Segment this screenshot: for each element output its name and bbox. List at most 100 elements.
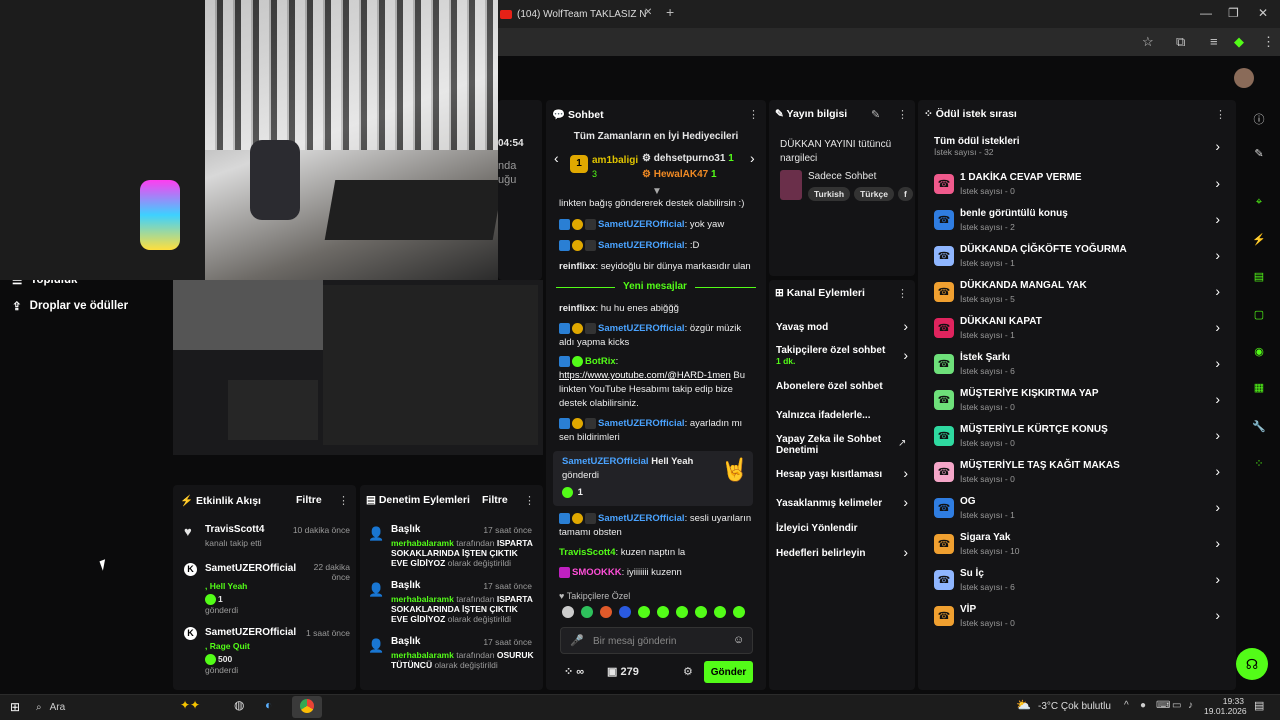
leaderboard-prev-icon[interactable]: ‹ [554,150,559,166]
reward-item[interactable]: ☎ İstek Şarkı İstek sayısı - 6 › [934,352,1220,382]
windows-start-icon[interactable]: ⊞ [10,700,20,714]
reward-item[interactable]: ☎ MÜŞTERİYLE TAŞ KAĞIT MAKAS İstek sayıs… [934,460,1220,490]
lightning-icon[interactable]: ⚡ [1250,233,1268,251]
weather-text[interactable]: -3°C Çok bulutlu [1038,701,1111,712]
reward-item[interactable]: ☎ MÜŞTERİYE KIŞKIRTMA YAP İstek sayısı -… [934,388,1220,418]
tab-close-button[interactable]: ✕ [644,7,652,18]
stream-info-menu-icon[interactable]: ⋮ [897,108,908,121]
reward-icon: ☎ [934,426,954,446]
reward-count: İstek sayısı - 1 [960,510,1015,520]
reward-count: İstek sayısı - 6 [960,582,1015,592]
reward-item[interactable]: ☎ MÜŞTERİYLE KÜRTÇE KONUŞ İstek sayısı -… [934,424,1220,454]
pencil-icon[interactable]: ✎ [1250,147,1268,165]
edit-icon[interactable]: ✎ [871,108,880,121]
stream-title: DÜKKAN YAYINI tütüncü nargileci [780,139,892,164]
steam-icon[interactable]: ◐ [265,698,272,712]
browser-tab[interactable]: (104) WolfTeam TAKLASIZ N [500,3,660,25]
leaderboard-next-icon[interactable]: › [750,150,755,166]
reward-item[interactable]: ☎ OG İstek sayısı - 1 › [934,496,1220,526]
notification-icon[interactable]: ▤ [1254,699,1264,712]
document-icon[interactable]: ▤ [1250,270,1268,288]
emote-bar[interactable] [562,606,745,618]
chat-link[interactable]: https://www.youtube.com/@HARD-1men [559,370,731,381]
bookmark-star-icon[interactable]: ☆ [1142,34,1154,50]
reward-item[interactable]: ☎ DÜKKANDA ÇİĞKÖFTE YOĞURMA İstek sayısı… [934,244,1220,274]
moderation-menu-icon[interactable]: ⋮ [524,494,535,507]
moderation-filter-button[interactable]: Filtre [482,494,508,506]
reward-queue-menu-icon[interactable]: ⋮ [1215,108,1226,121]
action-followers-only[interactable]: Takipçilere özel sohbet 1 dk. › [776,345,908,366]
reward-icon: ☎ [934,354,954,374]
info-icon[interactable]: ⓘ [1250,111,1268,129]
send-button[interactable]: Gönder [704,661,753,683]
activity-menu-icon[interactable]: ⋮ [338,494,349,507]
support-icon[interactable]: ☊ [1236,648,1268,680]
channel-actions-menu-icon[interactable]: ⋮ [897,287,908,300]
points-indicator[interactable]: ⁘ ∞ [564,665,584,678]
chrome-taskbar-button[interactable] [292,696,322,718]
reward-item[interactable]: ☎ 1 DAKİKA CEVAP VERME İstek sayısı - 0 … [934,172,1220,202]
browser-menu-icon[interactable]: ⋮ [1262,34,1275,50]
extension-icon[interactable]: ◆ [1234,34,1244,50]
nav-item-drops[interactable]: ⇪ Droplar ve ödüller [12,299,128,313]
clock[interactable]: 19:33 19.01.2026 [1204,696,1247,716]
chevron-right-icon: › [1215,607,1220,623]
emote-icon [733,606,745,618]
chevron-right-icon: › [1215,391,1220,407]
action-emote-only[interactable]: Yalnızca ifadelerle... [776,409,908,421]
rewards-icon[interactable]: ⁘ [1250,457,1268,475]
chevron-right-icon: › [1215,571,1220,587]
chat-settings-icon[interactable]: ⚙ [683,665,693,678]
chat-message: BotRix: https://www.youtube.com/@HARD-1me… [559,355,745,409]
tag[interactable]: Turkish [808,187,851,201]
app-icon[interactable]: ◍ [234,698,244,712]
reward-item[interactable]: ☎ Su İç İstek sayısı - 6 › [934,568,1220,598]
chat-bubble-icon[interactable]: ▢ [1250,308,1268,326]
wrench-icon[interactable]: 🔧 [1250,420,1268,438]
chat-input[interactable]: 🎤 Bir mesaj gönderin ☺ [560,627,753,654]
collapse-icon[interactable]: ▼ [652,186,662,197]
external-link-icon[interactable]: ↗ [898,438,906,449]
chat-message: SametUZEROfficial: :D [559,239,759,253]
focus-icon[interactable]: ⌖ [1250,196,1268,214]
action-account-age[interactable]: Hesap yaşı kısıtlaması › [776,465,908,481]
action-redirect-viewers[interactable]: İzleyici Yönlendir [776,522,908,534]
chat-message: reinflixx: hu hu enes abiğğğ [559,303,679,314]
new-tab-button[interactable]: + [666,4,674,20]
extensions-icon[interactable]: ⧉ [1176,34,1185,50]
reward-title: DÜKKANDA MANGAL YAK [960,280,1087,291]
reading-list-icon[interactable]: ≡ [1210,34,1218,49]
chat-menu-icon[interactable]: ⋮ [748,108,759,121]
action-ai-moderation[interactable]: Yapay Zeka ile Sohbet Denetimi [776,434,886,456]
tag-list: Turkish Türkçe f [808,187,913,201]
mic-tray-icon[interactable]: ● [1140,700,1146,711]
tray-chevron-icon[interactable]: ^ [1124,700,1129,711]
minimize-icon[interactable]: — [1200,6,1212,20]
action-set-goals[interactable]: Hedefleri belirleyin › [776,544,908,560]
reward-item[interactable]: ☎ VİP İstek sayısı - 0 › [934,604,1220,634]
reward-item[interactable]: ☎ Sigara Yak İstek sayısı - 10 › [934,532,1220,562]
reward-all-requests[interactable]: Tüm ödül istekleri İstek sayısı - 32 › [934,136,1220,157]
layout-icon[interactable]: ▦ [1250,381,1268,399]
volume-icon[interactable]: ♪ [1188,700,1193,711]
language-icon[interactable]: ⌨ [1156,700,1170,711]
tag[interactable]: Türkçe [854,187,894,201]
broadcast-icon[interactable]: ◉ [1250,345,1268,363]
window-close-icon[interactable]: ✕ [1258,6,1268,20]
category-name[interactable]: Sadece Sohbet [808,171,876,182]
action-banned-words[interactable]: Yasaklanmış kelimeler › [776,494,908,510]
stream-info-title: ✎ Yayın bilgisi [775,108,848,120]
emote-icon [695,606,707,618]
action-subscribers-only[interactable]: Abonelere özel sohbet [776,380,908,392]
tag[interactable]: f [897,187,913,201]
reward-item[interactable]: ☎ DÜKKANI KAPAT İstek sayısı - 1 › [934,316,1220,346]
mic-icon: 🎤 [570,635,584,647]
reward-count: İstek sayısı - 0 [960,438,1015,448]
restore-icon[interactable]: ❐ [1228,6,1239,20]
avatar[interactable] [1234,68,1254,88]
activity-filter-button[interactable]: Filtre [296,494,322,506]
action-slow-mode[interactable]: Yavaş mod › [776,318,908,334]
network-icon[interactable]: ▭ [1172,700,1181,711]
reward-item[interactable]: ☎ DÜKKANDA MANGAL YAK İstek sayısı - 5 › [934,280,1220,310]
reward-item[interactable]: ☎ benle görüntülü konuş İstek sayısı - 2… [934,208,1220,238]
